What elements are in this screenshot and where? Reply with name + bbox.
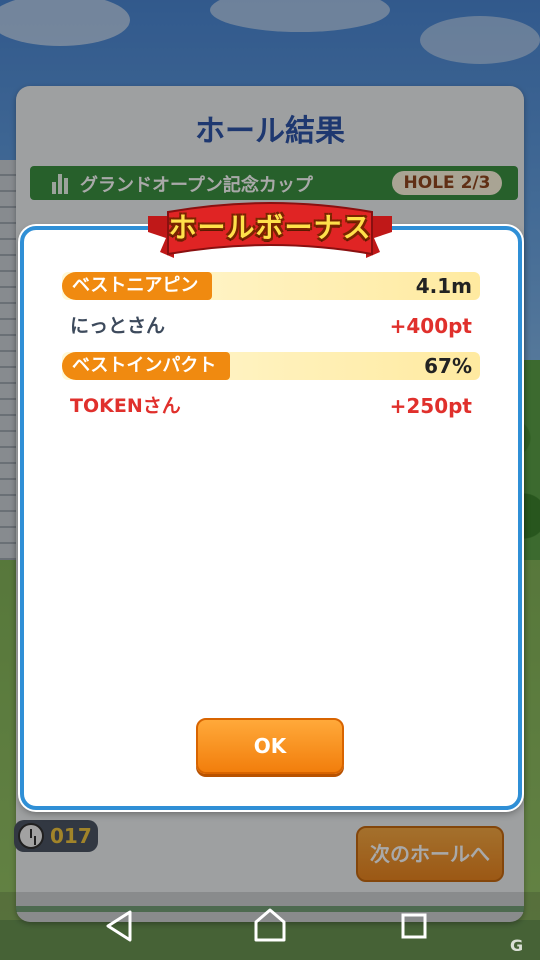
banner-text: ホールボーナス xyxy=(168,211,372,244)
home-icon[interactable] xyxy=(250,906,290,946)
category-tag: ベストインパクト xyxy=(62,352,231,380)
category-value: 67% xyxy=(424,354,472,378)
bonus-category-row: ベストニアピン 4.1m xyxy=(62,272,480,300)
system-nav-bar xyxy=(0,892,540,960)
watermark-logo: G xyxy=(510,936,524,955)
bonus-winner-row: にっとさん +400pt xyxy=(62,312,480,340)
bonus-winner-row: TOKENさん +250pt xyxy=(62,392,480,420)
category-tag: ベストニアピン xyxy=(62,272,213,300)
category-value: 4.1m xyxy=(415,274,472,298)
winner-name: TOKENさん xyxy=(70,395,181,417)
hole-bonus-banner: ホールボーナス xyxy=(148,196,392,268)
ok-button[interactable]: OK xyxy=(196,718,344,774)
winner-points: +400pt xyxy=(389,314,472,338)
back-icon[interactable] xyxy=(100,906,140,946)
bonus-category-row: ベストインパクト 67% xyxy=(62,352,480,380)
winner-points: +250pt xyxy=(389,394,472,418)
recents-icon[interactable] xyxy=(394,906,434,946)
winner-name: にっとさん xyxy=(70,315,166,337)
